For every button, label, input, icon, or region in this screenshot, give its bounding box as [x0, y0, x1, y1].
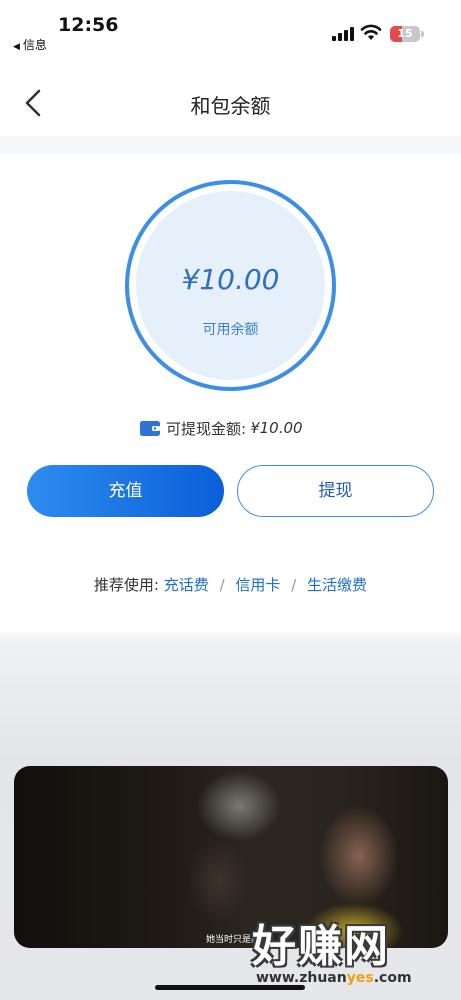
withdraw-button[interactable]: 提现: [237, 465, 434, 517]
balance-circle: ¥10.00 可用余额: [125, 180, 336, 391]
recommend-link-utility-bills[interactable]: 生活缴费: [307, 576, 367, 594]
status-time: 12:56: [58, 14, 119, 36]
withdrawable-label: 可提现金额:: [166, 419, 247, 438]
watermark-logo: 好赚网 www.zhuanyes.com: [252, 910, 452, 990]
battery-tip: [421, 31, 424, 37]
balance-label: 可用余额: [202, 322, 259, 338]
section-divider: [0, 136, 461, 154]
page-title: 和包余额: [190, 94, 271, 118]
recommend-separator: /: [291, 576, 297, 594]
recharge-button[interactable]: 充值: [27, 465, 224, 517]
watermark-url: www.zhuanyes.com: [256, 970, 412, 986]
home-indicator[interactable]: [155, 985, 305, 990]
status-bar: 12:56 ◀ 信息 15: [0, 0, 461, 58]
battery-icon: 15: [390, 26, 424, 42]
battery-level: 15: [397, 27, 413, 40]
back-triangle-icon: ◀: [13, 42, 20, 52]
watermark-title: 好赚网: [252, 921, 390, 972]
withdrawable-value: ¥10.00: [250, 419, 303, 437]
recommend-row: 推荐使用: 充话费 / 信用卡 / 生活缴费: [0, 574, 461, 595]
recommend-link-phone-topup[interactable]: 充话费: [164, 576, 209, 594]
recommend-separator: /: [219, 576, 225, 594]
wallet-icon: [140, 421, 160, 436]
nav-bar: 和包余额: [0, 70, 461, 136]
back-app-label: 信息: [22, 38, 47, 52]
wifi-icon: [360, 24, 382, 40]
back-to-app-link[interactable]: ◀ 信息: [13, 36, 47, 53]
balance-amount: ¥10.00: [181, 263, 280, 296]
balance-circle-inner: ¥10.00 可用余额: [136, 191, 325, 380]
signal-icon: [332, 27, 354, 41]
recommend-link-credit-card[interactable]: 信用卡: [235, 576, 280, 594]
recommend-prefix: 推荐使用:: [93, 576, 159, 594]
withdrawable-info: 可提现金额: ¥10.00: [140, 418, 303, 438]
